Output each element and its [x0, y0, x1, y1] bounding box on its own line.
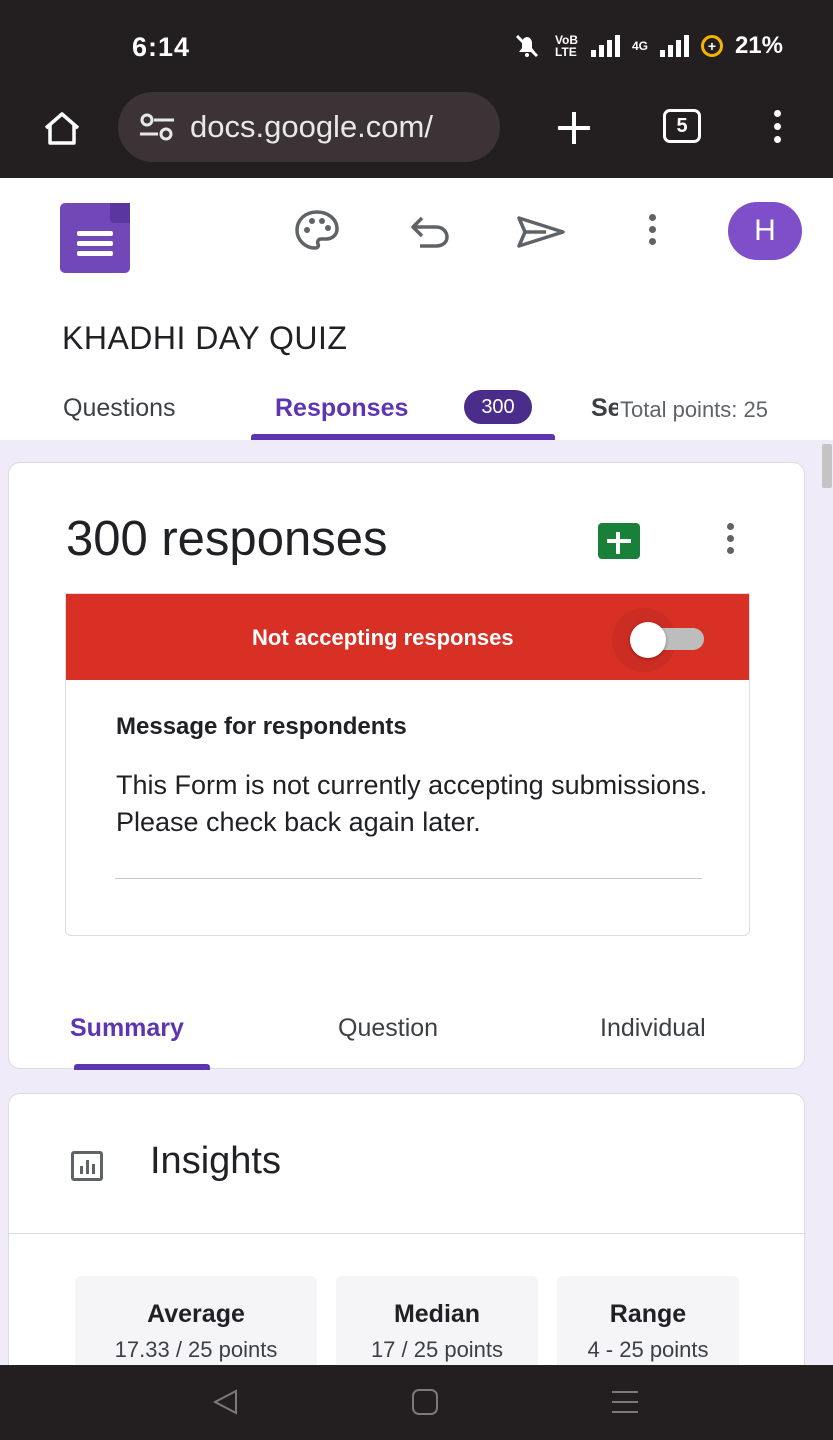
- new-tab-icon[interactable]: [556, 110, 592, 146]
- status-icons: VoB LTE 4G + 21%: [511, 32, 783, 60]
- url-text: docs.google.com/: [190, 109, 433, 144]
- mute-icon: [515, 34, 538, 58]
- network-type: 4G: [631, 39, 648, 53]
- accepting-status-label: Not accepting responses: [252, 625, 514, 650]
- menu-icon[interactable]: [774, 110, 781, 143]
- responses-more-icon[interactable]: [727, 523, 734, 554]
- forms-logo-icon[interactable]: [60, 203, 130, 273]
- signal-icon: [590, 35, 620, 57]
- status-time: 6:14: [132, 32, 191, 62]
- total-points: Total points: 25: [618, 397, 768, 423]
- responses-card: 300 responses Not accepting responses Me…: [8, 462, 805, 1070]
- network-label: VoB LTE: [554, 33, 579, 59]
- browser-toolbar: docs.google.com/ 5: [0, 92, 833, 178]
- message-underline: [115, 878, 702, 879]
- tab-question[interactable]: Question: [338, 1014, 438, 1043]
- status-bar: 6:14 VoB LTE 4G + 21%: [0, 0, 833, 92]
- tab-settings[interactable]: Se: [591, 394, 622, 423]
- home-nav-icon[interactable]: [410, 1387, 440, 1417]
- insights-title: Insights: [150, 1140, 281, 1182]
- form-tabs: Questions Responses 300 Se Total points:…: [0, 390, 833, 440]
- send-icon[interactable]: [516, 215, 566, 249]
- message-title: Message for respondents: [116, 713, 407, 740]
- battery-saver-icon: +: [700, 35, 723, 57]
- avatar[interactable]: H: [728, 202, 802, 260]
- tab-responses[interactable]: Responses: [275, 394, 408, 423]
- tab-individual[interactable]: Individual: [600, 1014, 706, 1043]
- accepting-responses-toggle[interactable]: [612, 608, 704, 672]
- page-scrollbar[interactable]: [820, 440, 833, 1365]
- stat-value: 17.33 / 25 points: [114, 1337, 278, 1362]
- signal-2-icon: [659, 35, 689, 57]
- stat-label: Range: [609, 1300, 687, 1328]
- summary-tab-indicator: [74, 1064, 210, 1070]
- responses-count-badge: 300: [464, 390, 532, 424]
- not-accepting-panel: Not accepting responses Message for resp…: [65, 593, 750, 936]
- insights-divider: [9, 1233, 806, 1234]
- undo-icon[interactable]: [408, 214, 452, 250]
- recents-icon[interactable]: [610, 1387, 640, 1417]
- url-bar[interactable]: docs.google.com/: [118, 92, 500, 162]
- accepting-status-bar: Not accepting responses: [66, 594, 749, 680]
- stat-value: 4 - 25 points: [587, 1337, 709, 1362]
- palette-icon[interactable]: [293, 208, 341, 252]
- tab-switcher-button[interactable]: 5: [663, 109, 701, 143]
- form-title: KHADHI DAY QUIZ: [62, 320, 348, 356]
- message-body-input[interactable]: This Form is not currently accepting sub…: [116, 767, 716, 841]
- system-nav-bar: [0, 1365, 833, 1440]
- stat-label: Median: [393, 1300, 481, 1328]
- scrollbar-thumb[interactable]: [822, 444, 832, 488]
- site-settings-icon[interactable]: [138, 113, 176, 141]
- back-icon[interactable]: [210, 1387, 240, 1417]
- tab-summary[interactable]: Summary: [70, 1014, 184, 1043]
- more-icon[interactable]: [649, 214, 656, 245]
- responses-count-heading: 300 responses: [66, 512, 388, 566]
- sheets-icon[interactable]: [598, 523, 640, 559]
- home-icon[interactable]: [42, 110, 82, 146]
- stat-label: Average: [147, 1300, 245, 1328]
- insights-card: Insights Average 17.33 / 25 points Media…: [8, 1093, 806, 1386]
- forms-header: H KHADHI DAY QUIZ Questions Responses 30…: [0, 178, 833, 440]
- toggle-knob[interactable]: [630, 622, 666, 658]
- battery-level: 21%: [734, 32, 783, 59]
- insights-icon: [71, 1151, 103, 1181]
- stat-value: 17 / 25 points: [370, 1337, 504, 1362]
- tab-questions[interactable]: Questions: [63, 394, 176, 423]
- active-tab-indicator: [251, 434, 555, 440]
